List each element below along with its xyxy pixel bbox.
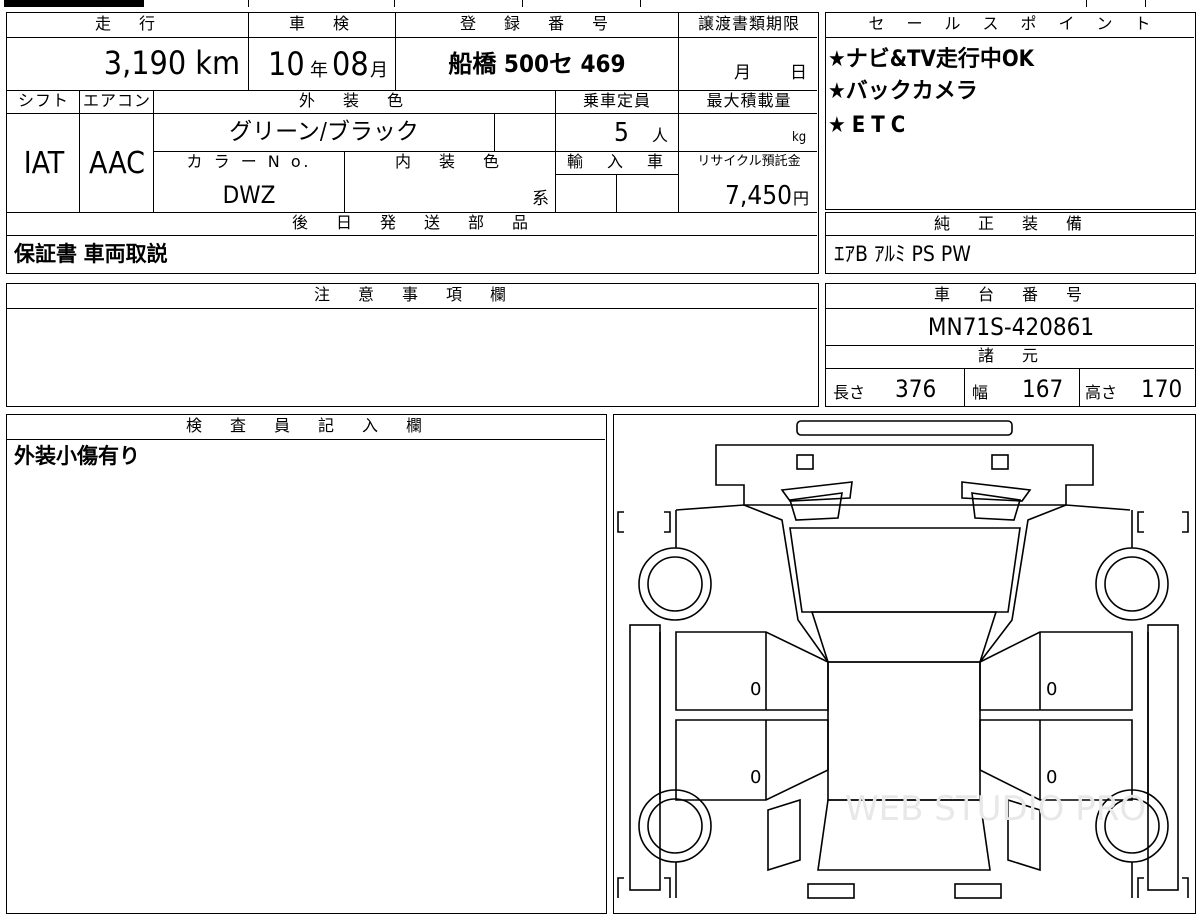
interior-color-label: 内 装 色 bbox=[394, 152, 505, 171]
top-strip-divider bbox=[640, 0, 641, 7]
sales-point-item: ★ETC bbox=[828, 113, 912, 138]
interior-suffix: 系 bbox=[532, 189, 549, 209]
max-load-label: 最大積載量 bbox=[706, 91, 792, 110]
damage-mark-right-upper: 0 bbox=[1046, 679, 1057, 700]
recycle-value: 7,450 bbox=[725, 181, 792, 211]
top-strip-divider bbox=[248, 0, 249, 7]
exterior-color-value: グリーン/ブラック bbox=[229, 119, 419, 145]
top-strip-divider bbox=[522, 0, 523, 7]
top-strip-divider bbox=[1145, 0, 1146, 7]
transfer-month-unit: 月 bbox=[734, 63, 751, 83]
mileage-label: 走 行 bbox=[94, 14, 161, 33]
inspection-month-unit: 月 bbox=[370, 60, 388, 81]
inspection-year-value: 10 bbox=[268, 45, 305, 83]
damage-mark-left-upper: 0 bbox=[750, 679, 761, 700]
later-parts-value: 保証書 車両取説 bbox=[14, 242, 168, 266]
damage-mark-left-lower: 0 bbox=[750, 767, 761, 788]
chassis-value: MN71S-420861 bbox=[927, 313, 1095, 341]
inspection-month-value: 08 bbox=[332, 45, 369, 83]
width-label: 幅 bbox=[972, 383, 989, 402]
transfer-deadline-label: 譲渡書類期限 bbox=[697, 14, 800, 33]
top-strip-dark bbox=[4, 0, 144, 7]
later-parts-label: 後 日 発 送 部 品 bbox=[291, 213, 534, 232]
capacity-value: 5 bbox=[614, 118, 629, 148]
inspection-label: 車 検 bbox=[288, 14, 355, 33]
equipment-label: 純 正 装 備 bbox=[933, 214, 1088, 233]
import-label: 輸 入 車 bbox=[566, 152, 667, 171]
length-label: 長さ bbox=[833, 383, 866, 402]
recycle-unit: 円 bbox=[793, 189, 810, 208]
transfer-day-unit: 日 bbox=[790, 63, 807, 83]
exterior-color-label: 外 装 色 bbox=[298, 91, 409, 110]
top-strip-divider bbox=[1086, 0, 1087, 7]
shift-value: IAT bbox=[23, 146, 65, 181]
chassis-label: 車 台 番 号 bbox=[933, 285, 1088, 304]
color-no-label: カ ラ ー N o. bbox=[186, 152, 312, 171]
registration-label: 登 録 番 号 bbox=[459, 14, 614, 33]
capacity-unit: 人 bbox=[652, 126, 669, 145]
ac-value: AAC bbox=[88, 146, 146, 181]
watermark: WEB STUDIO PRO bbox=[845, 789, 1146, 829]
color-no-value: DWZ bbox=[222, 181, 276, 209]
inspection-year-unit: 年 bbox=[310, 60, 328, 81]
ac-label: エアコン bbox=[82, 91, 151, 110]
damage-mark-right-lower: 0 bbox=[1046, 767, 1057, 788]
length-value: 376 bbox=[895, 375, 937, 403]
registration-value: 船橋 500セ 469 bbox=[448, 50, 626, 78]
car-diagram: 0 0 0 0 WEB STUDIO PRO bbox=[617, 420, 1189, 899]
specs-label: 諸 元 bbox=[977, 346, 1044, 365]
sales-points-label: セ ー ル ス ポ イ ン ト bbox=[868, 14, 1154, 33]
inspector-box bbox=[6, 414, 607, 914]
max-load-unit: kg bbox=[792, 130, 807, 145]
mileage-value: 3,190 km bbox=[103, 44, 240, 82]
capacity-label: 乗車定員 bbox=[582, 91, 651, 110]
shift-label: シフト bbox=[17, 91, 69, 110]
height-value: 170 bbox=[1141, 375, 1183, 403]
equipment-value: ｴｱB ｱﾙﾐ PS PW bbox=[834, 242, 971, 266]
notes-label: 注 意 事 項 欄 bbox=[313, 285, 512, 304]
inspector-comment: 外装小傷有り bbox=[14, 444, 140, 468]
sales-point-item: ★ナビ&TV走行中OK bbox=[828, 47, 1034, 72]
height-label: 高さ bbox=[1085, 383, 1118, 402]
recycle-label: リサイクル預託金 bbox=[697, 154, 801, 169]
width-value: 167 bbox=[1022, 375, 1064, 403]
top-strip-divider bbox=[394, 0, 395, 7]
inspector-label: 検 査 員 記 入 欄 bbox=[185, 416, 428, 435]
sales-point-item: ★バックカメラ bbox=[828, 79, 978, 104]
